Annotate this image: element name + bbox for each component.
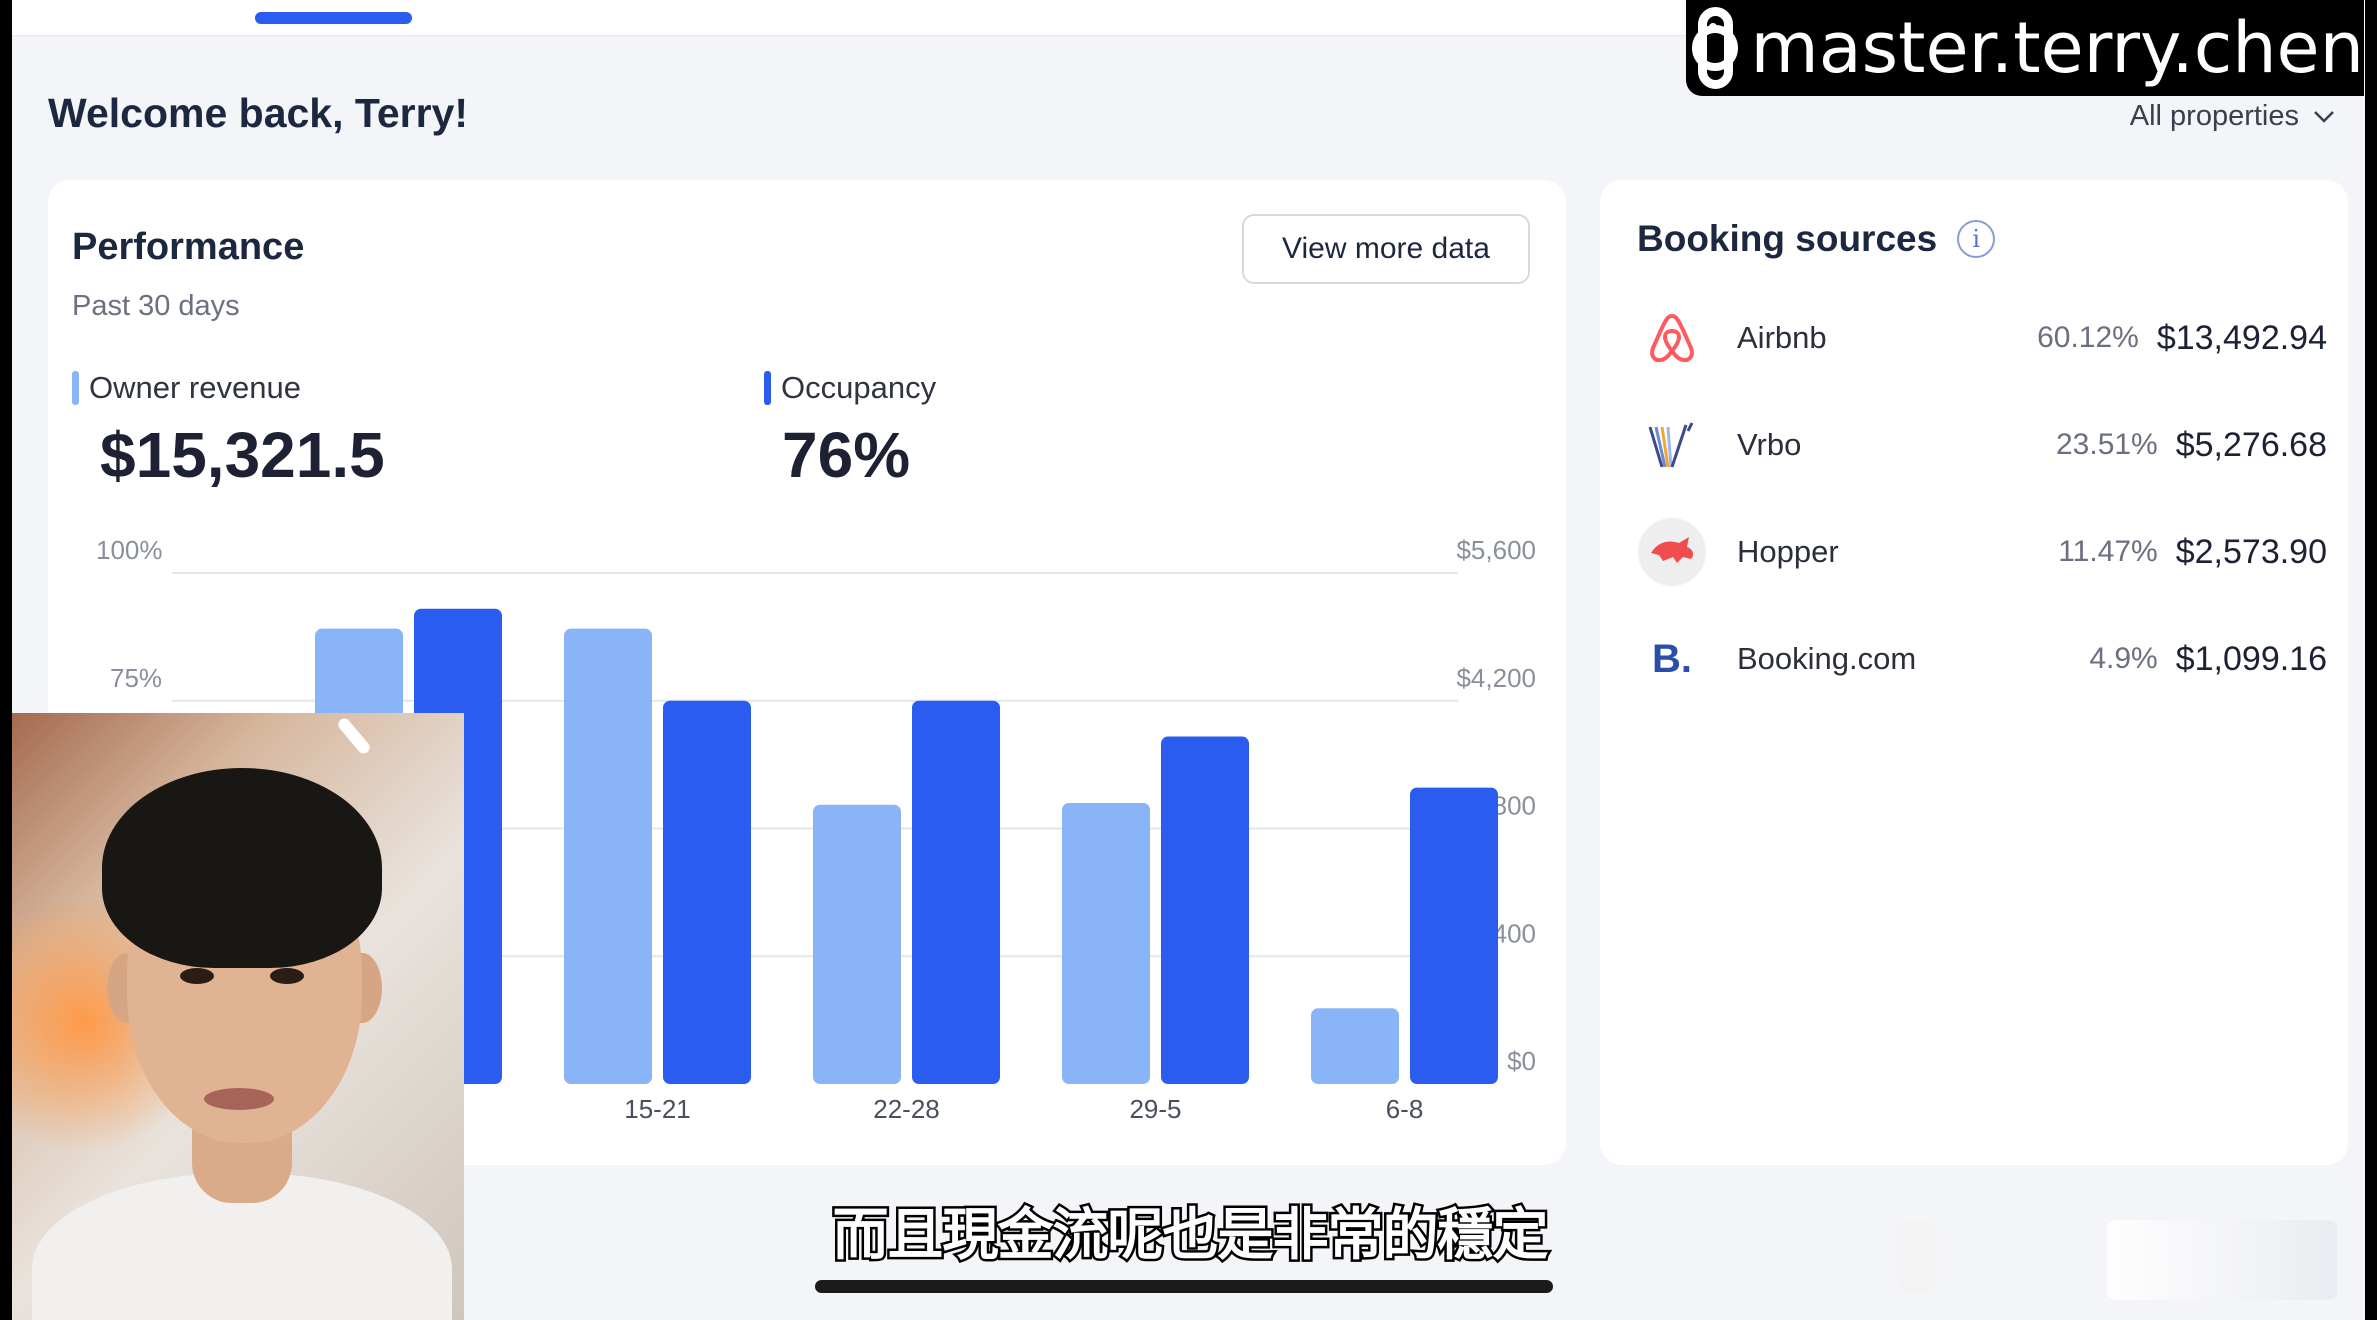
occupancy-bar [912, 700, 1000, 1084]
watermark-handle: master.terry.chen [1750, 7, 2365, 89]
source-amount: $5,276.68 [2175, 425, 2327, 464]
source-name: Airbnb [1737, 320, 1827, 355]
occupancy-bar [1410, 787, 1498, 1084]
x-axis-tick-label: 22-28 [873, 1094, 940, 1124]
hopper-logo-icon [1637, 517, 1707, 587]
left-axis-tick-label: 100% [96, 535, 163, 565]
presenter-eye [270, 968, 304, 984]
airbnb-logo-icon [1637, 303, 1707, 373]
source-name: Hopper [1737, 534, 1839, 569]
source-percent: 4.9% [2089, 642, 2158, 675]
revenue-bar [1062, 802, 1150, 1084]
revenue-bar [564, 628, 652, 1084]
presenter-eye [180, 968, 214, 984]
x-axis-tick-label: 15-21 [624, 1094, 691, 1124]
right-axis-tick-label: $5,600 [1456, 535, 1536, 565]
booking-source-row[interactable]: B. Booking.com 4.9% $1,099.16 [1637, 624, 2327, 694]
background-object [1897, 1222, 1937, 1294]
booking-source-row[interactable]: Hopper 11.47% $2,573.90 [1637, 517, 2327, 587]
properties-select[interactable]: All properties [2130, 100, 2335, 133]
right-axis-tick-label: $0 [1507, 1046, 1536, 1076]
source-percent: 11.47% [2058, 535, 2158, 568]
presenter-video [12, 713, 464, 1320]
revenue-bar [1311, 1008, 1399, 1084]
background-object [2107, 1220, 2337, 1300]
chevron-down-icon [2314, 110, 2334, 123]
source-name: Booking.com [1737, 641, 1917, 676]
revenue-bar [813, 804, 901, 1084]
x-axis-tick-label: 6-8 [1386, 1094, 1424, 1124]
watermark-badge: master.terry.chen [1686, 0, 2364, 96]
vrbo-logo-icon [1637, 410, 1707, 480]
booking-source-row[interactable]: Vrbo 23.51% $5,276.68 [1637, 410, 2327, 480]
properties-select-label: All properties [2129, 100, 2299, 132]
presenter-mouth [204, 1088, 274, 1110]
source-name: Vrbo [1737, 427, 1802, 462]
booking-logo-text: B. [1652, 636, 1692, 681]
source-percent: 23.51% [2055, 428, 2158, 461]
home-indicator[interactable] [815, 1280, 1553, 1293]
source-amount: $13,492.94 [2156, 318, 2327, 357]
x-axis-tick-label: 29-5 [1129, 1094, 1181, 1124]
left-axis-tick-label: 75% [110, 663, 162, 693]
info-icon[interactable]: i [1957, 220, 1996, 258]
video-subtitle: 而且現金流呢也是非常的穩定 [830, 1201, 1551, 1269]
instagram-icon [1698, 7, 1733, 89]
right-axis-tick-label: $4,200 [1456, 663, 1536, 693]
booking-sources-title-text: Booking sources [1637, 218, 1938, 259]
booking-sources-title: Booking sources i [1637, 218, 1996, 260]
source-percent: 60.12% [2037, 321, 2139, 354]
booking-logo-icon: B. [1637, 624, 1707, 694]
source-amount: $1,099.16 [2175, 639, 2327, 678]
presenter-hair [102, 768, 382, 968]
booking-source-row[interactable]: Airbnb 60.12% $13,492.94 [1637, 303, 2327, 373]
occupancy-bar [1161, 736, 1249, 1084]
source-amount: $2,573.90 [2175, 532, 2327, 571]
occupancy-bar [663, 700, 751, 1084]
